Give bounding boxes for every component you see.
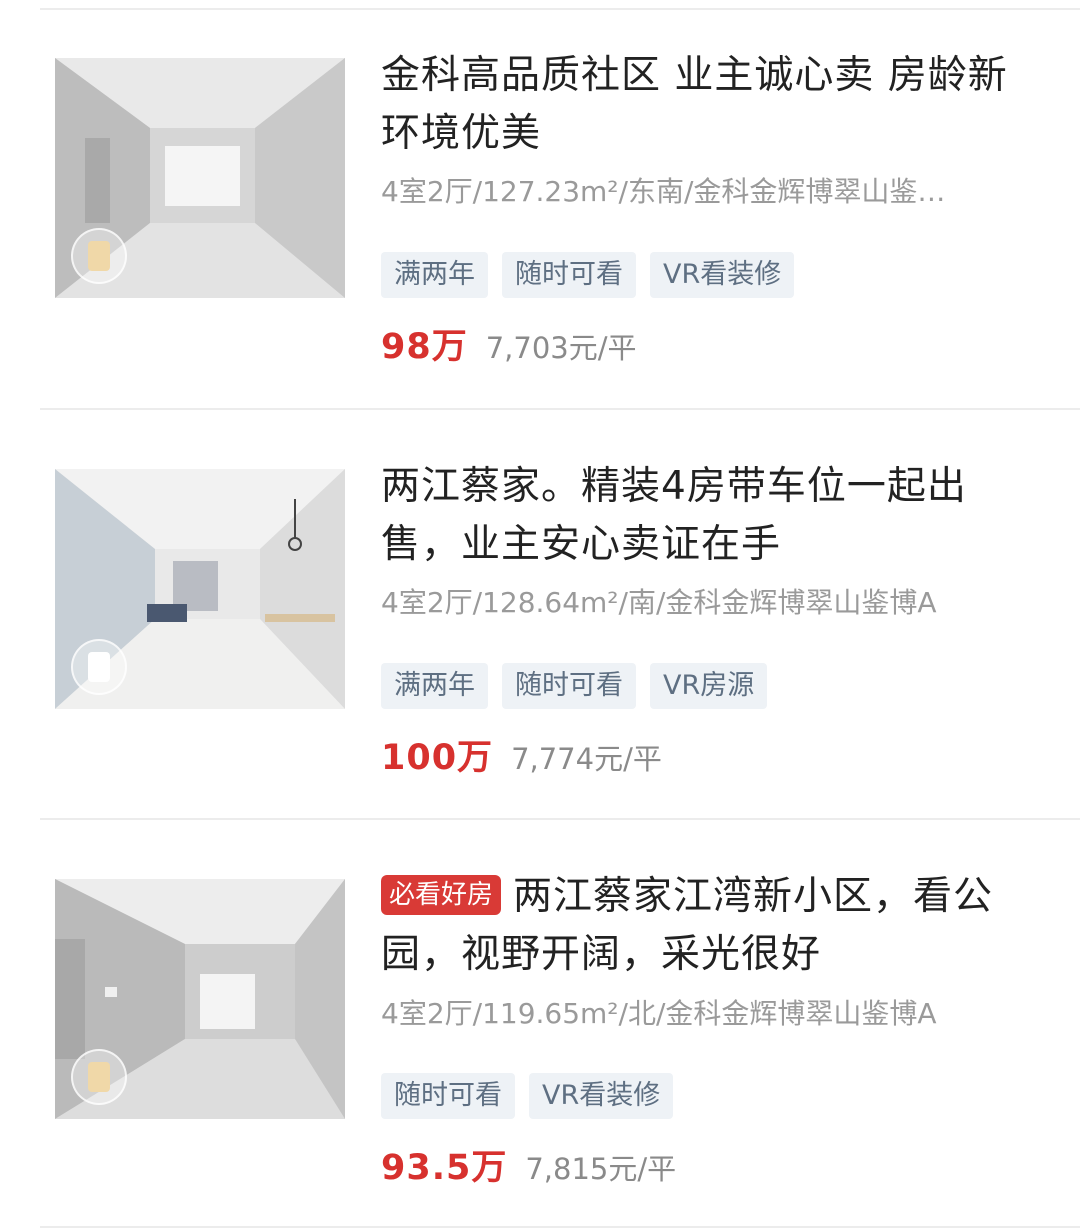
listing-photo[interactable] xyxy=(55,469,345,709)
listing-photo[interactable] xyxy=(55,58,345,298)
tag-chip: VR房源 xyxy=(650,663,768,709)
listing-divider xyxy=(40,1226,1080,1228)
must-see-badge: 必看好房 xyxy=(381,875,502,915)
vr-badge-icon xyxy=(71,1049,127,1105)
listing-photo[interactable] xyxy=(55,879,345,1119)
vr-badge-icon xyxy=(71,228,127,284)
listing-specs: 4室2厅/128.64m²/南/金科金辉博翠山鉴博A xyxy=(381,586,937,619)
tag-chip: VR看装修 xyxy=(529,1073,674,1119)
listing-title[interactable]: 必看好房 两江蔡家江湾新小区，看公园，视野开阔，采光很好 xyxy=(381,868,1031,984)
unit-price: 7,815元/平 xyxy=(525,1152,677,1186)
price-row: 98万 7,703元/平 xyxy=(381,318,637,369)
price-row: 93.5万 7,815元/平 xyxy=(381,1139,676,1190)
tag-chip: 满两年 xyxy=(381,252,488,298)
tag-chip: VR看装修 xyxy=(650,252,795,298)
tag-chip: 随时可看 xyxy=(502,663,636,709)
tag-chip: 满两年 xyxy=(381,663,488,709)
unit-price: 7,703元/平 xyxy=(485,331,637,365)
listing-tags: 随时可看 VR看装修 xyxy=(381,1073,674,1119)
vr-badge-icon xyxy=(71,639,127,695)
listing-tags: 满两年 随时可看 VR房源 xyxy=(381,663,768,709)
listing-title[interactable]: 金科高品质社区 业主诚心卖 房龄新 环境优美 xyxy=(381,47,1031,163)
listing-tags: 满两年 随时可看 VR看装修 xyxy=(381,252,795,298)
total-price: 100万 xyxy=(381,738,494,778)
listing-title[interactable]: 两江蔡家。精装4房带车位一起出售，业主安心卖证在手 xyxy=(381,458,1031,574)
listing-divider xyxy=(40,818,1080,820)
unit-price: 7,774元/平 xyxy=(511,742,662,776)
listing-specs: 4室2厅/127.23m²/东南/金科金辉博翠山鉴… xyxy=(381,175,946,208)
total-price: 98万 xyxy=(381,327,468,367)
tag-chip: 随时可看 xyxy=(502,252,636,298)
tag-chip: 随时可看 xyxy=(381,1073,515,1119)
total-price: 93.5万 xyxy=(381,1148,508,1188)
listing-specs: 4室2厅/119.65m²/北/金科金辉博翠山鉴博A xyxy=(381,997,937,1030)
top-divider xyxy=(40,8,1080,10)
price-row: 100万 7,774元/平 xyxy=(381,729,662,780)
listing-divider xyxy=(40,408,1080,410)
